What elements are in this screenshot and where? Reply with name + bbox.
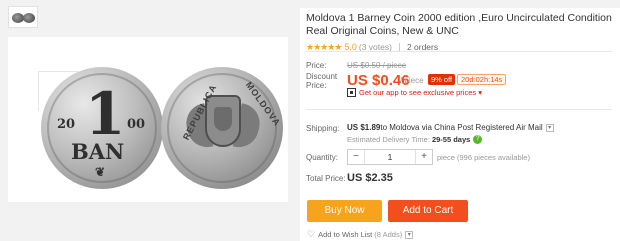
chevron-down-icon[interactable]: ▾ (405, 230, 414, 239)
product-title: Moldova 1 Barney Coin 2000 edition ,Euro… (306, 12, 612, 37)
quantity-stepper: − 1 + (347, 149, 433, 165)
divider (306, 51, 612, 52)
total-price: US $2.35 (347, 172, 393, 184)
original-price: US $0.50 / piece (347, 61, 407, 70)
grapes-icon: ❦ (95, 165, 106, 179)
total-price-label: Total Price: (306, 174, 346, 183)
quantity-input[interactable]: 1 (364, 150, 416, 164)
price-unit: / piece (400, 76, 424, 85)
heart-icon: ♡ (307, 229, 316, 239)
thumbnail-image[interactable] (8, 6, 38, 28)
coin-year-left: 20 (57, 117, 76, 132)
discount-badge: 9% off (428, 74, 456, 85)
delivery-label: Estimated Delivery Time: (347, 135, 430, 144)
buy-now-button[interactable]: Buy Now (307, 200, 382, 222)
delivery-value: 29-55 days (431, 135, 471, 144)
thumbnail-strip (0, 0, 40, 36)
shipping-label: Shipping: (306, 124, 340, 133)
wishlist-link[interactable]: ♡ Add to Wish List (8 Adds) ▾ (307, 229, 414, 240)
shipping-method[interactable]: US $1.89 to Moldova via China Post Regis… (347, 123, 554, 132)
question-icon[interactable]: ? (473, 135, 483, 144)
app-promo-text: Get our app to see exclusive prices ▾ (359, 88, 482, 97)
coin-denomination: 1 (85, 80, 126, 148)
discount-price-label: Discount Price: (306, 72, 338, 90)
quantity-label: Quantity: (306, 153, 339, 162)
divider (306, 109, 612, 110)
product-detail-panel: Moldova 1 Barney Coin 2000 edition ,Euro… (300, 8, 620, 241)
shipping-destination: to Moldova via China Post Registered Air… (380, 123, 543, 132)
coat-of-arms-icon (205, 95, 241, 147)
wishlist-label: Add to Wish List (318, 230, 373, 239)
qr-code-icon (347, 88, 356, 97)
price-label: Price: (306, 61, 327, 70)
coin-ban: BAN (71, 139, 125, 164)
product-image[interactable]: 1 20 00 BAN ❦ REPUBLICA MOLDOVA (8, 37, 288, 202)
add-to-cart-button[interactable]: Add to Cart (388, 200, 468, 222)
quantity-decrease-button[interactable]: − (348, 150, 364, 164)
wishlist-count: (8 Adds) (374, 230, 403, 239)
quantity-availability: piece (996 pieces available) (437, 153, 530, 162)
chevron-down-icon[interactable]: ▾ (545, 123, 554, 132)
coin-reverse: REPUBLICA MOLDOVA (161, 67, 283, 189)
quantity-increase-button[interactable]: + (416, 150, 432, 164)
coin-year-right: 00 (127, 117, 146, 132)
app-promo-link[interactable]: Get our app to see exclusive prices ▾ (347, 88, 482, 97)
thumbnail-coin-back (23, 13, 35, 23)
delivery-time: Estimated Delivery Time: 29-55 days ? (347, 135, 483, 144)
coin-obverse: 1 20 00 BAN ❦ (41, 67, 163, 189)
shipping-cost: US $1.89 (347, 123, 381, 132)
countdown-timer: 20d:02h:14s (457, 74, 507, 85)
